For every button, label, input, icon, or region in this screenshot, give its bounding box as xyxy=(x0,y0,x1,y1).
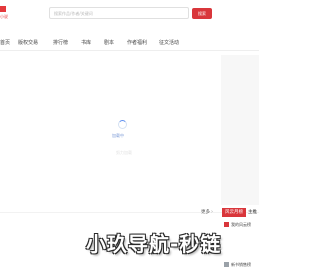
search-button[interactable]: 搜索 xyxy=(192,8,212,19)
loading-subtext: 努力加载 xyxy=(116,150,132,155)
rank-badge xyxy=(224,222,229,227)
nav-item-library[interactable]: 书库 xyxy=(81,38,91,48)
chevron-right-icon: › xyxy=(211,209,213,215)
logo-subtitle: 小说 xyxy=(0,14,8,19)
nav-item-author-benefits[interactable]: 作者福利 xyxy=(127,38,147,48)
tab-featured[interactable]: 主推 xyxy=(248,208,262,217)
loading-text: 加载中 xyxy=(112,133,124,138)
rank-badge xyxy=(224,262,229,267)
header-divider xyxy=(0,50,259,51)
logo-mark xyxy=(0,6,6,12)
main-nav: 首页 版权交易 排行榜 书库 剧本 作者福利 征文活动 xyxy=(0,38,259,48)
nav-item-scripts[interactable]: 剧本 xyxy=(104,38,114,48)
loading-spinner-icon xyxy=(118,120,127,129)
nav-item-ranking[interactable]: 排行榜 xyxy=(53,38,68,48)
search-input[interactable] xyxy=(50,8,188,18)
nav-item-copyright[interactable]: 版权交易 xyxy=(18,38,38,48)
section-divider xyxy=(0,212,259,213)
site-logo[interactable]: 小说 xyxy=(0,6,8,20)
list-item-label: 新书销售榜 xyxy=(231,262,251,267)
more-link[interactable]: 更多 xyxy=(201,209,210,215)
list-item-label: 我的风云榜 xyxy=(231,222,251,227)
tab-monthly-ranking[interactable]: 风云月榜 xyxy=(222,208,246,217)
nav-item-home[interactable]: 首页 xyxy=(0,38,10,48)
watermark-banner: 小玖导航-秒链 xyxy=(86,232,222,256)
side-panel-placeholder xyxy=(221,55,259,205)
nav-item-contests[interactable]: 征文活动 xyxy=(159,38,179,48)
search-box xyxy=(49,7,189,19)
